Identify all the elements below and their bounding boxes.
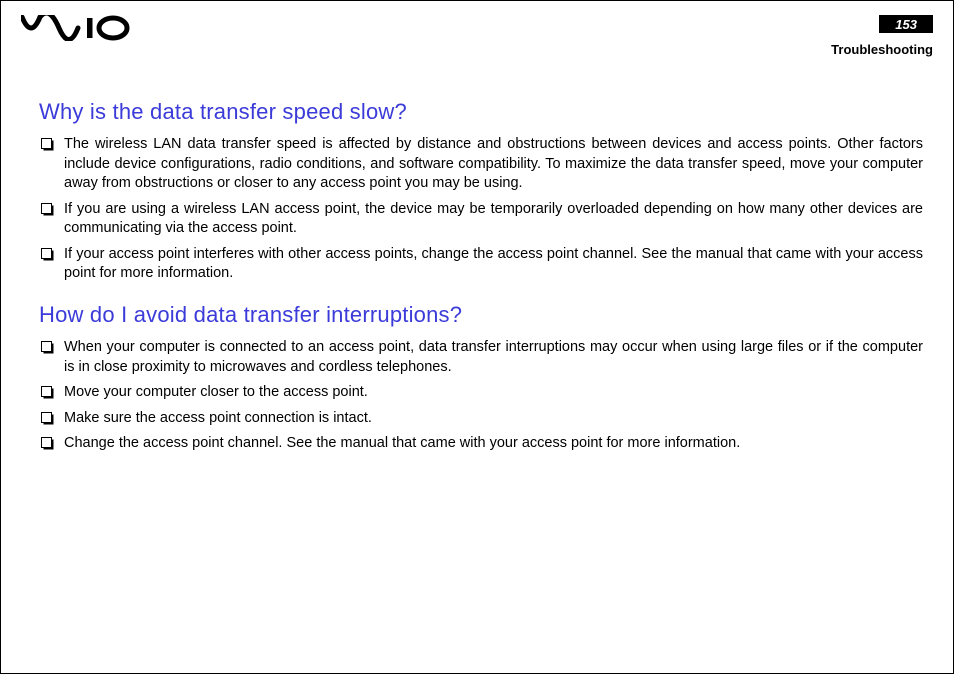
page-number: 153 [895, 17, 917, 32]
bullet-icon [41, 437, 52, 448]
bullet-icon [41, 386, 52, 397]
bullet-icon [41, 341, 52, 352]
section-label: Troubleshooting [831, 42, 933, 57]
list-item-text: If you are using a wireless LAN access p… [64, 200, 923, 239]
vaio-logo-icon [21, 15, 131, 41]
bullet-icon [41, 412, 52, 423]
bullet-icon [41, 203, 52, 214]
list-item: If you are using a wireless LAN access p… [39, 200, 923, 239]
list-item: If your access point interferes with oth… [39, 245, 923, 284]
header-right: 153 Troubleshooting [831, 15, 933, 57]
brand-logo [21, 15, 131, 41]
list-item: The wireless LAN data transfer speed is … [39, 135, 923, 194]
list-item-text: Change the access point channel. See the… [64, 434, 923, 454]
heading-q1: Why is the data transfer speed slow? [39, 99, 923, 125]
list-item: Move your computer closer to the access … [39, 383, 923, 403]
page-number-badge: 153 [879, 15, 933, 33]
bullet-icon [41, 248, 52, 259]
page-header: 153 Troubleshooting [1, 1, 953, 61]
list-item-text: Make sure the access point connection is… [64, 409, 923, 429]
list-q2: When your computer is connected to an ac… [39, 338, 923, 454]
list-item-text: Move your computer closer to the access … [64, 383, 923, 403]
list-item-text: The wireless LAN data transfer speed is … [64, 135, 923, 194]
list-item: When your computer is connected to an ac… [39, 338, 923, 377]
page-content: Why is the data transfer speed slow? The… [1, 61, 953, 454]
list-item-text: When your computer is connected to an ac… [64, 338, 923, 377]
list-item-text: If your access point interferes with oth… [64, 245, 923, 284]
list-item: Make sure the access point connection is… [39, 409, 923, 429]
bullet-icon [41, 138, 52, 149]
list-q1: The wireless LAN data transfer speed is … [39, 135, 923, 284]
heading-q2: How do I avoid data transfer interruptio… [39, 302, 923, 328]
list-item: Change the access point channel. See the… [39, 434, 923, 454]
